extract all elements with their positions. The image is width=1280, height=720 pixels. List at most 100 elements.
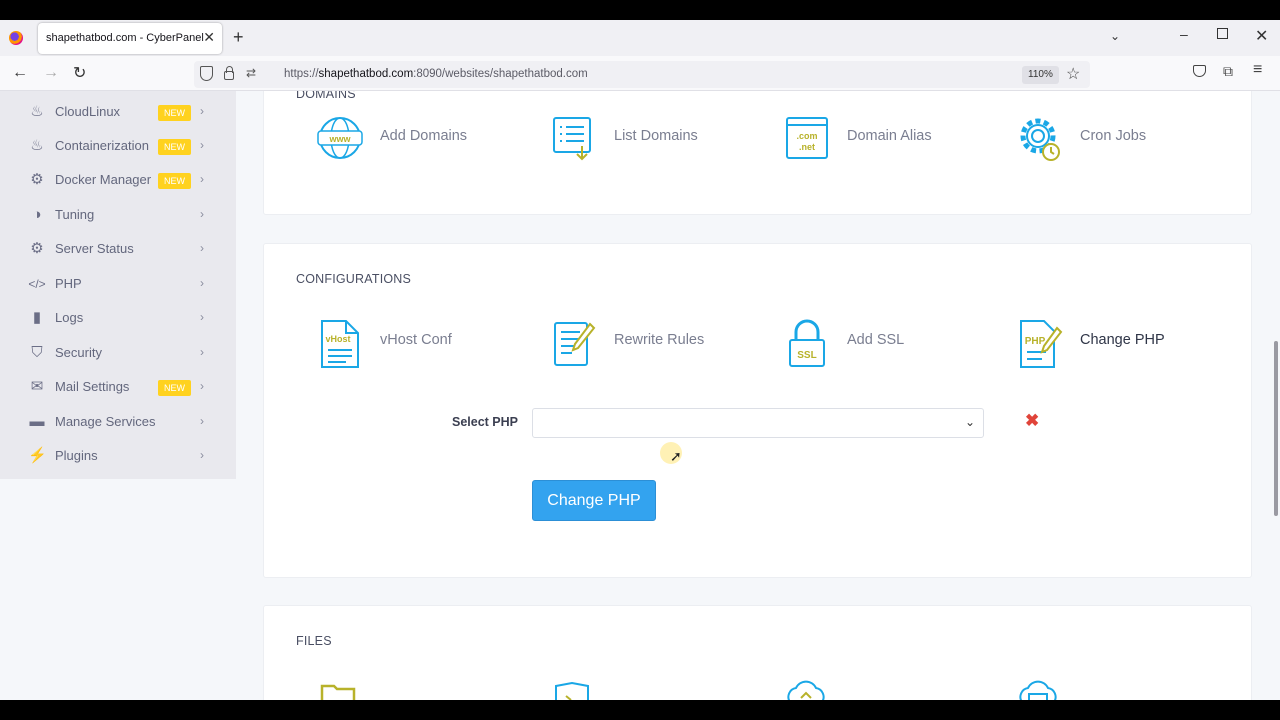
tile-label: Rewrite Rules (614, 332, 705, 348)
sidebar-item-docker-manager[interactable]: ⚙ Docker Manager NEW › (0, 163, 236, 197)
sidebar-item-logs[interactable]: ▮ Logs › (0, 301, 236, 335)
hamburger-menu-icon[interactable]: ≡ (1253, 61, 1262, 79)
tab-close-icon[interactable]: ✕ (203, 29, 215, 46)
close-icon[interactable]: ✖ (1025, 411, 1039, 431)
sidebar-item-mail-settings[interactable]: ✉ Mail Settings NEW › (0, 370, 236, 404)
change-php-button[interactable]: Change PHP (532, 480, 656, 521)
tile-domain-alias[interactable]: .com .net Domain Alias (783, 114, 1003, 164)
screen: shapethatbod.com - CyberPanel ✕ + ⌄ – ✕ … (0, 0, 1280, 720)
file-icon: ▮ (32, 309, 42, 326)
sidebar-item-tuning[interactable]: ◑ Tuning › (0, 198, 236, 232)
svg-text:www: www (328, 134, 351, 144)
tile-add-ssl[interactable]: SSL Add SSL (783, 318, 1003, 368)
minimize-icon[interactable]: – (1180, 26, 1188, 42)
tile-label: Change PHP (1080, 332, 1165, 348)
sidebar-item-server-status[interactable]: ⚙ Server Status › (0, 232, 236, 266)
flame-icon: ♨ (30, 103, 44, 120)
envelope-icon: ✉ (30, 378, 44, 395)
permissions-icon[interactable]: ⇄ (246, 66, 256, 80)
svg-text:PHP: PHP (1025, 336, 1046, 347)
chevron-down-icon: ⌄ (964, 415, 975, 429)
sidebar-item-label: Containerization (55, 138, 149, 153)
zoom-level-badge[interactable]: 110% (1022, 66, 1059, 84)
tile-label: vHost Conf (380, 332, 452, 348)
code-icon: </> (28, 277, 46, 291)
sidebar-item-label: CloudLinux (55, 104, 121, 119)
tile-label: Add Domains (380, 128, 468, 144)
chevron-down-icon[interactable]: ⌄ (1110, 29, 1120, 43)
url-prefix: https:// (284, 68, 319, 80)
browser-tab-bar: shapethatbod.com - CyberPanel ✕ + ⌄ – ✕ (0, 20, 1280, 56)
chevron-right-icon: › (200, 138, 204, 152)
extensions-icon[interactable]: ⧉ (1223, 63, 1233, 80)
tile-label: Domain Alias (847, 128, 932, 144)
vhost-file-icon: vHost (321, 320, 359, 368)
tile-label: List Domains (614, 128, 698, 144)
sidebar-item-plugins[interactable]: ⚡ Plugins › (0, 439, 236, 473)
gear-clock-icon (1020, 118, 1060, 161)
lock-icon[interactable] (224, 66, 234, 80)
forward-arrow-icon[interactable]: → (43, 64, 59, 82)
section-title-files: FILES (296, 634, 332, 648)
shield-icon[interactable] (200, 66, 213, 81)
sidebar-item-label: Manage Services (55, 414, 156, 429)
sidebar: ♨ CloudLinux NEW › ♨ Containerization NE… (0, 91, 236, 479)
plug-icon: ⚡ (28, 447, 47, 464)
firefox-icon (9, 31, 23, 45)
tile-change-php[interactable]: PHP Change PHP (1016, 318, 1236, 368)
svg-text:SSL: SSL (797, 350, 816, 361)
tile-rewrite-rules[interactable]: Rewrite Rules (550, 318, 770, 368)
sidebar-item-cloudlinux[interactable]: ♨ CloudLinux NEW › (0, 95, 236, 129)
url-host: shapethatbod.com (318, 68, 414, 80)
new-badge: NEW (158, 173, 191, 189)
chevron-right-icon: › (200, 207, 204, 221)
scrollbar-thumb[interactable] (1274, 341, 1278, 516)
sidebar-item-label: PHP (55, 276, 82, 291)
mouse-cursor-icon: ➚ (670, 448, 682, 464)
chevron-right-icon: › (200, 414, 204, 428)
new-badge: NEW (158, 380, 191, 396)
new-tab-icon[interactable]: + (233, 27, 244, 48)
chevron-right-icon: › (200, 379, 204, 393)
sidebar-item-security[interactable]: ⛉ Security › (0, 336, 236, 370)
gear-icon: ⚙ (30, 240, 44, 257)
browser-tab[interactable]: shapethatbod.com - CyberPanel ✕ (38, 23, 222, 54)
chevron-right-icon: › (200, 276, 204, 290)
url-path: :8090/websites/shapethatbod.com (413, 68, 588, 80)
configurations-card: CONFIGURATIONS vHost vHost Conf Rewrite … (263, 243, 1252, 578)
address-bar[interactable]: ⇄ https://shapethatbod.com:8090/websites… (194, 61, 1090, 88)
url-text[interactable]: https://shapethatbod.com:8090/websites/s… (284, 68, 588, 80)
php-version-select[interactable]: ⌄ (532, 408, 984, 438)
tile-add-domains[interactable]: www Add Domains (316, 114, 536, 164)
bookmark-star-icon[interactable]: ☆ (1066, 64, 1080, 84)
tile-vhost-conf[interactable]: vHost vHost Conf (316, 318, 536, 368)
sidebar-item-php[interactable]: </> PHP › (0, 267, 236, 301)
folder-icon (320, 684, 356, 700)
domain-alias-icon: .com .net (786, 117, 828, 159)
sidebar-item-label: Plugins (55, 448, 98, 463)
tile-list-domains[interactable]: List Domains (550, 114, 770, 164)
reload-icon[interactable]: ↻ (73, 63, 86, 83)
chevron-right-icon: › (200, 345, 204, 359)
back-arrow-icon[interactable]: ← (12, 64, 28, 82)
tile-cron-jobs[interactable]: Cron Jobs (1016, 114, 1236, 164)
document-pencil-icon (554, 322, 596, 366)
sidebar-item-containerization[interactable]: ♨ Containerization NEW › (0, 129, 236, 163)
new-badge: NEW (158, 139, 191, 155)
pocket-icon[interactable] (1193, 65, 1206, 77)
page-content: ♨ CloudLinux NEW › ♨ Containerization NE… (0, 91, 1280, 700)
folder-open-icon: ▬ (29, 413, 45, 430)
domains-card: DOMAINS www Add Domains List Domains .co… (263, 91, 1252, 215)
cloud-folder-icon (1019, 680, 1057, 700)
list-icon (553, 117, 591, 161)
svg-text:vHost: vHost (325, 334, 350, 344)
svg-text:.com: .com (796, 131, 817, 141)
cloud-upload-icon (787, 680, 825, 700)
sidebar-item-label: Mail Settings (55, 379, 130, 394)
files-card: FILES (263, 605, 1252, 700)
window-close-icon[interactable]: ✕ (1255, 26, 1268, 46)
sidebar-item-manage-services[interactable]: ▬ Manage Services › (0, 405, 236, 439)
shield-check-icon (555, 682, 589, 700)
chevron-right-icon: › (200, 104, 204, 118)
restore-icon[interactable] (1217, 28, 1228, 39)
